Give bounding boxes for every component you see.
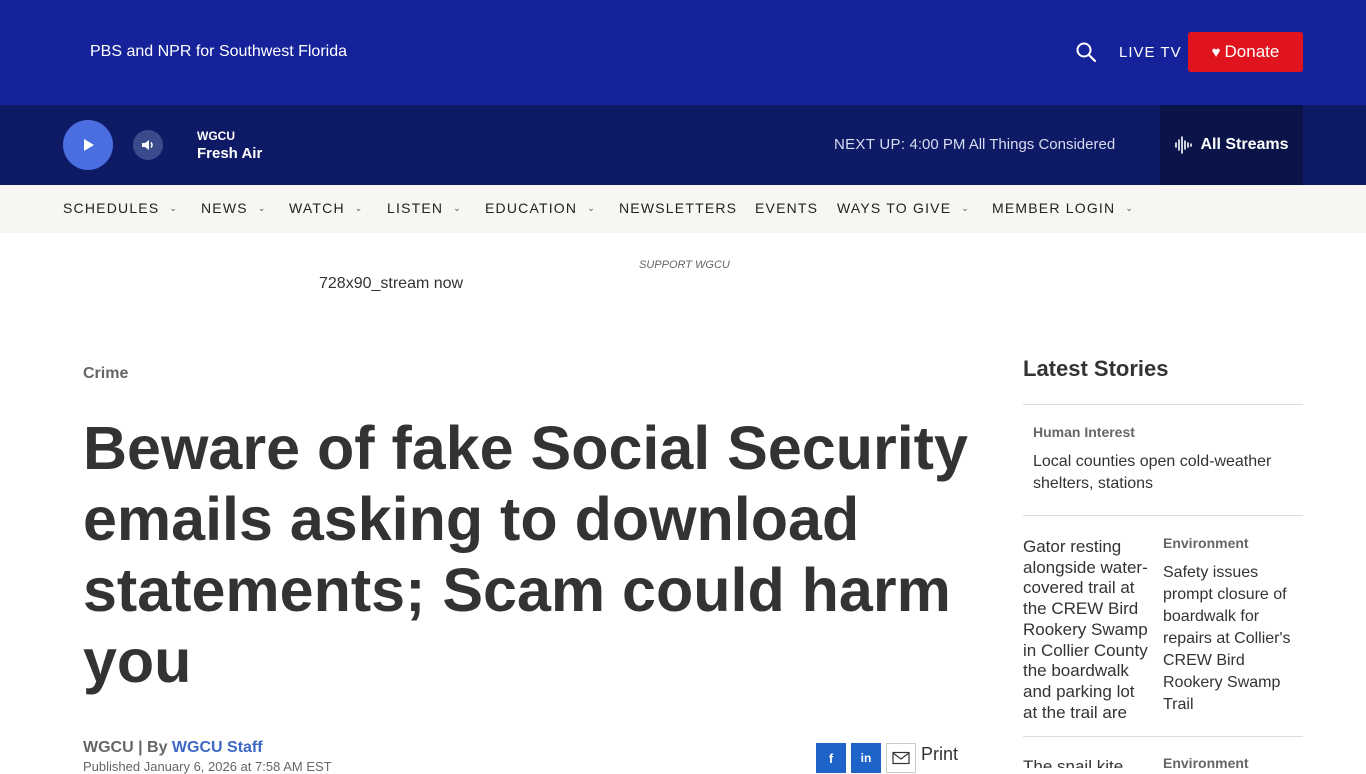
published-date: Published January 6, 2026 at 7:58 AM EST	[83, 759, 332, 774]
linkedin-icon: in	[860, 751, 872, 765]
support-label: SUPPORT WGCU	[639, 259, 730, 271]
story-category[interactable]: Environment	[1163, 755, 1249, 771]
nav-label: WAYS TO GIVE	[837, 200, 952, 216]
next-up-show: All Things Considered	[968, 136, 1116, 153]
chevron-down-icon: ⌄	[453, 202, 462, 213]
station-name: WGCU	[197, 129, 235, 143]
chevron-down-icon: ⌄	[257, 202, 267, 213]
site-header: PBS and NPR for Southwest Florida LIVE T…	[0, 0, 1366, 105]
nav-label: LISTEN	[387, 200, 444, 216]
print-button[interactable]: Print	[921, 744, 958, 765]
story-category[interactable]: Human Interest	[1033, 424, 1135, 440]
nav-label: WATCH	[289, 200, 345, 216]
divider	[1023, 736, 1303, 737]
nav-item-ways-to-give[interactable]: WAYS TO GIVE ⌄	[837, 200, 970, 216]
divider	[1023, 515, 1303, 516]
story-title[interactable]: Local counties open cold-weather shelter…	[1033, 451, 1293, 495]
donate-button[interactable]: ♥ Donate	[1188, 32, 1303, 72]
nav-item-events[interactable]: EVENTS	[755, 200, 818, 216]
next-up-info: NEXT UP: 4:00 PM All Things Considered	[834, 136, 1115, 153]
ad-image-alt: 728x90_stream now	[319, 275, 464, 292]
nav-label: EVENTS	[755, 200, 819, 216]
byline-source: WGCU | By	[83, 739, 172, 756]
nav-item-newsletters[interactable]: NEWSLETTERS	[619, 200, 737, 216]
audio-player-bar: WGCU Fresh Air NEXT UP: 4:00 PM All Thin…	[0, 105, 1366, 185]
search-icon[interactable]	[1075, 41, 1097, 63]
live-tv-link[interactable]: LIVE TV	[1119, 44, 1182, 61]
email-icon	[892, 751, 910, 765]
main-nav: SCHEDULES ⌄ NEWS ⌄ WATCH ⌄ LISTEN ⌄ EDUCATIO…	[0, 185, 1366, 233]
nav-label: NEWSLETTERS	[619, 200, 738, 216]
story-category[interactable]: Environment	[1163, 535, 1249, 551]
next-up-label: NEXT UP:	[834, 136, 906, 153]
chevron-down-icon: ⌄	[587, 202, 596, 213]
nav-label: EDUCATION	[485, 200, 578, 216]
nav-item-schedules[interactable]: SCHEDULES ⌄	[63, 200, 178, 216]
story-image[interactable]: Gator resting alongside water-covered tr…	[1023, 537, 1153, 763]
program-name: Fresh Air	[197, 145, 263, 162]
byline: WGCU | By WGCU Staff	[83, 739, 263, 757]
chevron-down-icon: ⌄	[169, 202, 179, 213]
nav-label: SCHEDULES	[63, 200, 160, 216]
email-share-button[interactable]	[886, 743, 916, 773]
chevron-down-icon: ⌄	[961, 202, 970, 213]
heart-icon: ♥	[1211, 43, 1221, 61]
play-icon	[84, 139, 94, 151]
site-tagline: PBS and NPR for Southwest Florida	[90, 43, 348, 60]
nav-label: MEMBER LOGIN	[992, 200, 1116, 216]
latest-stories-title: Latest Stories	[1023, 356, 1169, 381]
all-streams-button[interactable]: All Streams	[1160, 105, 1303, 185]
chevron-down-icon: ⌄	[1125, 202, 1135, 213]
volume-icon	[142, 140, 153, 150]
story-image[interactable]: The snail kite	[1023, 757, 1153, 768]
all-streams-label: All Streams	[1200, 136, 1289, 153]
linkedin-share-button[interactable]: in	[851, 743, 881, 773]
nav-item-listen[interactable]: LISTEN ⌄	[387, 200, 462, 216]
next-up-time: 4:00 PM	[909, 136, 966, 153]
nav-item-news[interactable]: NEWS ⌄	[201, 200, 267, 216]
donate-label: Donate	[1224, 42, 1280, 61]
facebook-share-button[interactable]: f	[816, 743, 846, 773]
divider	[1023, 404, 1303, 405]
story-title[interactable]: Safety issues prompt closure of boardwal…	[1163, 562, 1303, 716]
nav-item-watch[interactable]: WATCH ⌄	[289, 200, 364, 216]
chevron-down-icon: ⌄	[354, 202, 364, 213]
story-image-alt: The snail kite	[1023, 757, 1124, 768]
nav-label: NEWS	[201, 200, 248, 216]
article-headline: Beware of fake Social Security emails as…	[83, 414, 968, 695]
nav-item-member-login[interactable]: MEMBER LOGIN ⌄	[992, 200, 1134, 216]
audio-waveform-icon	[1175, 136, 1193, 154]
volume-button[interactable]	[133, 130, 163, 160]
article-category[interactable]: Crime	[83, 365, 128, 383]
author-link[interactable]: WGCU Staff	[172, 739, 263, 756]
nav-item-education[interactable]: EDUCATION ⌄	[485, 200, 596, 216]
play-button[interactable]	[63, 120, 113, 170]
ad-banner-image[interactable]: 728x90_stream now	[319, 275, 463, 293]
story-image-alt: Gator resting alongside water-covered tr…	[1023, 537, 1148, 722]
facebook-icon: f	[828, 750, 834, 766]
